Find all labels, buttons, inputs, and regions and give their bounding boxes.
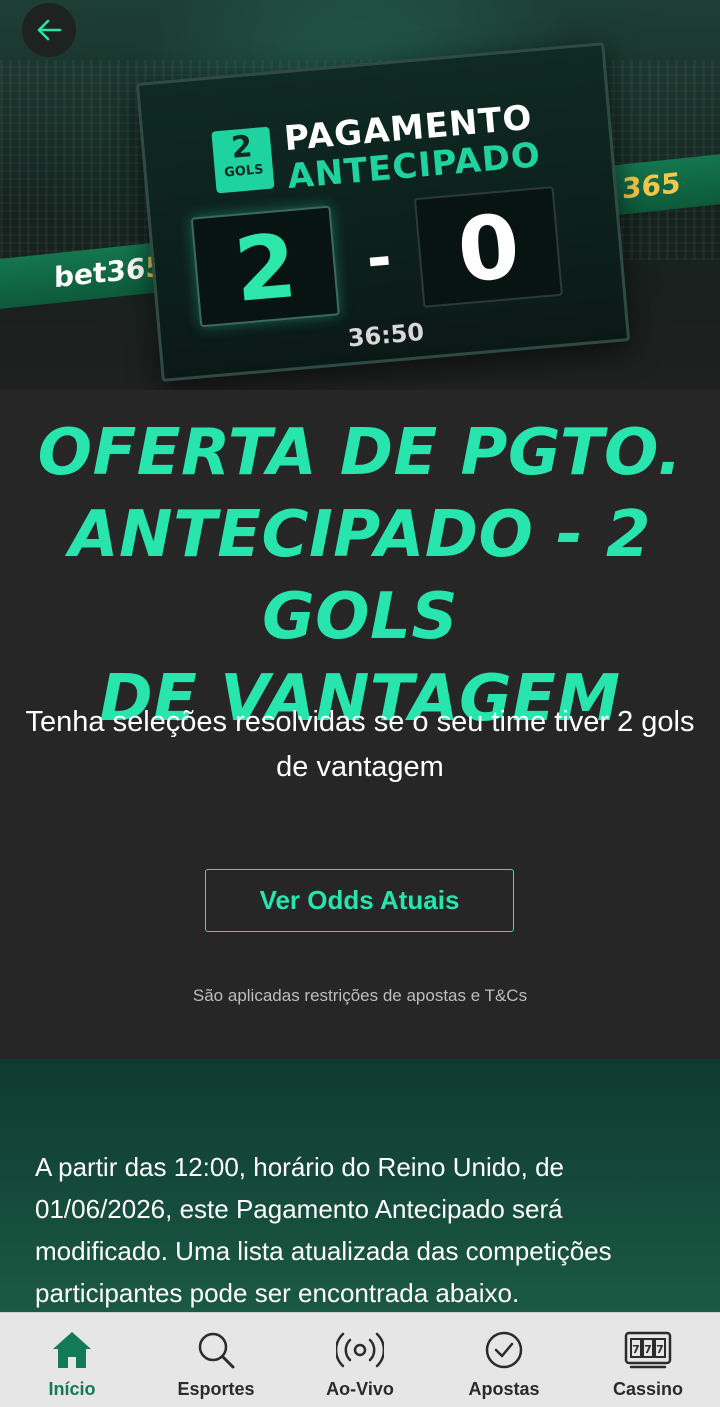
goals-badge-label: GOLS: [223, 162, 265, 181]
goals-badge: 2 GOLS: [211, 126, 275, 194]
scoreboard: 2 GOLS PAGAMENTO ANTECIPADO 2 - 0 36:50: [135, 42, 631, 382]
svg-text:7: 7: [632, 1343, 640, 1356]
search-icon: [198, 1332, 235, 1369]
nav-item-esportes[interactable]: Esportes: [144, 1313, 288, 1407]
goals-badge-number: 2: [229, 129, 254, 166]
away-score: 0: [413, 186, 563, 308]
nav-item-inicio[interactable]: Início: [0, 1313, 144, 1407]
score-separator: -: [363, 222, 395, 295]
match-clock: 36:50: [346, 317, 426, 353]
info-panel: A partir das 12:00, horário do Reino Uni…: [0, 1059, 720, 1319]
slot-machine-icon: 7 7 7: [624, 1331, 672, 1369]
headline-line-1: OFERTA DE PGTO.: [37, 416, 683, 490]
view-current-odds-button[interactable]: Ver Odds Atuais: [205, 869, 514, 932]
live-broadcast-icon: [336, 1332, 384, 1368]
page-title: OFERTA DE PGTO. ANTECIPADO - 2 GOLS DE V…: [0, 412, 720, 740]
svg-text:7: 7: [644, 1343, 652, 1356]
nav-item-ao-vivo[interactable]: Ao-Vivo: [288, 1313, 432, 1407]
nav-item-cassino[interactable]: 7 7 7 Cassino: [576, 1313, 720, 1407]
hero-banner: bet365 365 2 GOLS PAGAMENTO ANTECIPADO 2…: [0, 0, 720, 390]
nav-label: Esportes: [177, 1379, 255, 1399]
nav-label: Ao-Vivo: [326, 1379, 394, 1399]
check-circle-icon: [485, 1331, 523, 1369]
home-score: 2: [190, 205, 340, 328]
nav-label: Início: [48, 1379, 96, 1399]
bottom-navigation: Início Esportes Ao-Vivo Apostas 7 7 7 Ca…: [0, 1312, 720, 1407]
terms-notice[interactable]: São aplicadas restrições de apostas e T&…: [0, 986, 720, 1006]
arrow-left-icon: [37, 19, 62, 41]
nav-item-apostas[interactable]: Apostas: [432, 1313, 576, 1407]
back-button[interactable]: [22, 3, 76, 57]
svg-text:7: 7: [656, 1343, 664, 1356]
ad-left-brand: bet36: [54, 251, 146, 295]
home-icon: [53, 1332, 91, 1368]
nav-label: Apostas: [468, 1379, 540, 1399]
ad-right-brand: 365: [622, 166, 681, 206]
nav-label: Cassino: [612, 1379, 684, 1399]
headline-line-2: ANTECIPADO - 2 GOLS: [69, 498, 651, 654]
info-text: A partir das 12:00, horário do Reino Uni…: [35, 1152, 612, 1308]
offer-subtitle: Tenha seleções resolvidas se o seu time …: [25, 706, 695, 783]
